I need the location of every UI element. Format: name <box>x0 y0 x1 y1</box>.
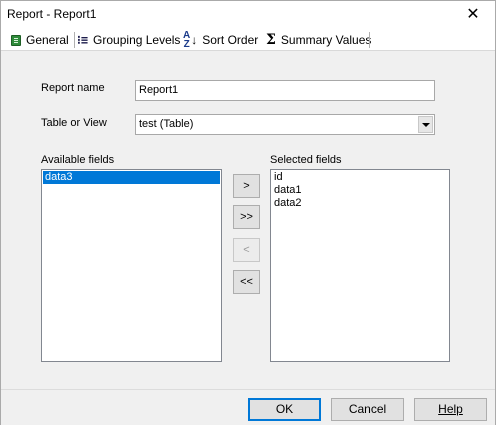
close-icon[interactable]: ✕ <box>451 1 495 29</box>
report-name-label: Report name <box>41 82 105 94</box>
tab-grouping-levels[interactable]: ⁝≡ Grouping Levels <box>77 30 180 50</box>
available-fields-list[interactable]: data3 <box>41 169 222 362</box>
remove-all-fields-button[interactable]: << <box>233 270 260 294</box>
add-all-fields-button[interactable]: >> <box>233 205 260 229</box>
dialog-footer: OK Cancel Help <box>1 389 495 425</box>
tab-grouping-levels-label: Grouping Levels <box>93 33 181 47</box>
tab-divider <box>369 32 370 48</box>
list-item[interactable]: data3 <box>43 171 220 184</box>
sort-arrow-icon: ↓ <box>191 33 198 47</box>
general-icon <box>11 34 21 46</box>
available-fields-label: Available fields <box>41 154 115 166</box>
add-field-button[interactable]: > <box>233 174 260 198</box>
tab-sort-order-label: Sort Order <box>202 33 259 47</box>
grouping-levels-icon: ⁝≡ <box>77 33 89 47</box>
tab-bar: General ⁝≡ Grouping Levels AZ ↓ Sort Ord… <box>1 29 495 51</box>
list-item[interactable]: data1 <box>272 184 448 197</box>
tab-divider <box>74 32 75 48</box>
table-or-view-value: test (Table) <box>139 118 194 130</box>
report-name-input[interactable]: Report1 <box>135 80 435 101</box>
general-panel: Report name Report1 Table or View test (… <box>1 52 495 388</box>
list-item[interactable]: data2 <box>272 197 448 210</box>
report-dialog: Report - Report1 ✕ General ⁝≡ Grouping L… <box>0 0 496 425</box>
summary-values-icon: Σ <box>266 32 276 48</box>
table-or-view-label: Table or View <box>41 117 107 129</box>
tab-general[interactable]: General <box>11 30 69 50</box>
selected-fields-list[interactable]: id data1 data2 <box>270 169 450 362</box>
tab-sort-order[interactable]: AZ ↓ Sort Order <box>183 30 258 50</box>
title-bar: Report - Report1 ✕ <box>1 1 495 29</box>
tab-summary-values-label: Summary Values <box>280 33 372 47</box>
tab-general-label: General <box>26 33 69 47</box>
tab-summary-values[interactable]: Σ Summary Values <box>266 30 371 50</box>
ok-button[interactable]: OK <box>248 398 321 421</box>
chevron-down-icon[interactable] <box>418 116 433 133</box>
list-item[interactable]: id <box>272 171 448 184</box>
remove-field-button[interactable]: < <box>233 238 260 262</box>
help-button[interactable]: Help <box>414 398 487 421</box>
help-button-label: Help <box>438 402 463 416</box>
sort-order-icon: AZ <box>183 30 191 50</box>
cancel-button[interactable]: Cancel <box>331 398 404 421</box>
window-title: Report - Report1 <box>7 7 97 21</box>
selected-fields-label: Selected fields <box>270 154 342 166</box>
table-or-view-select[interactable]: test (Table) <box>135 114 435 135</box>
